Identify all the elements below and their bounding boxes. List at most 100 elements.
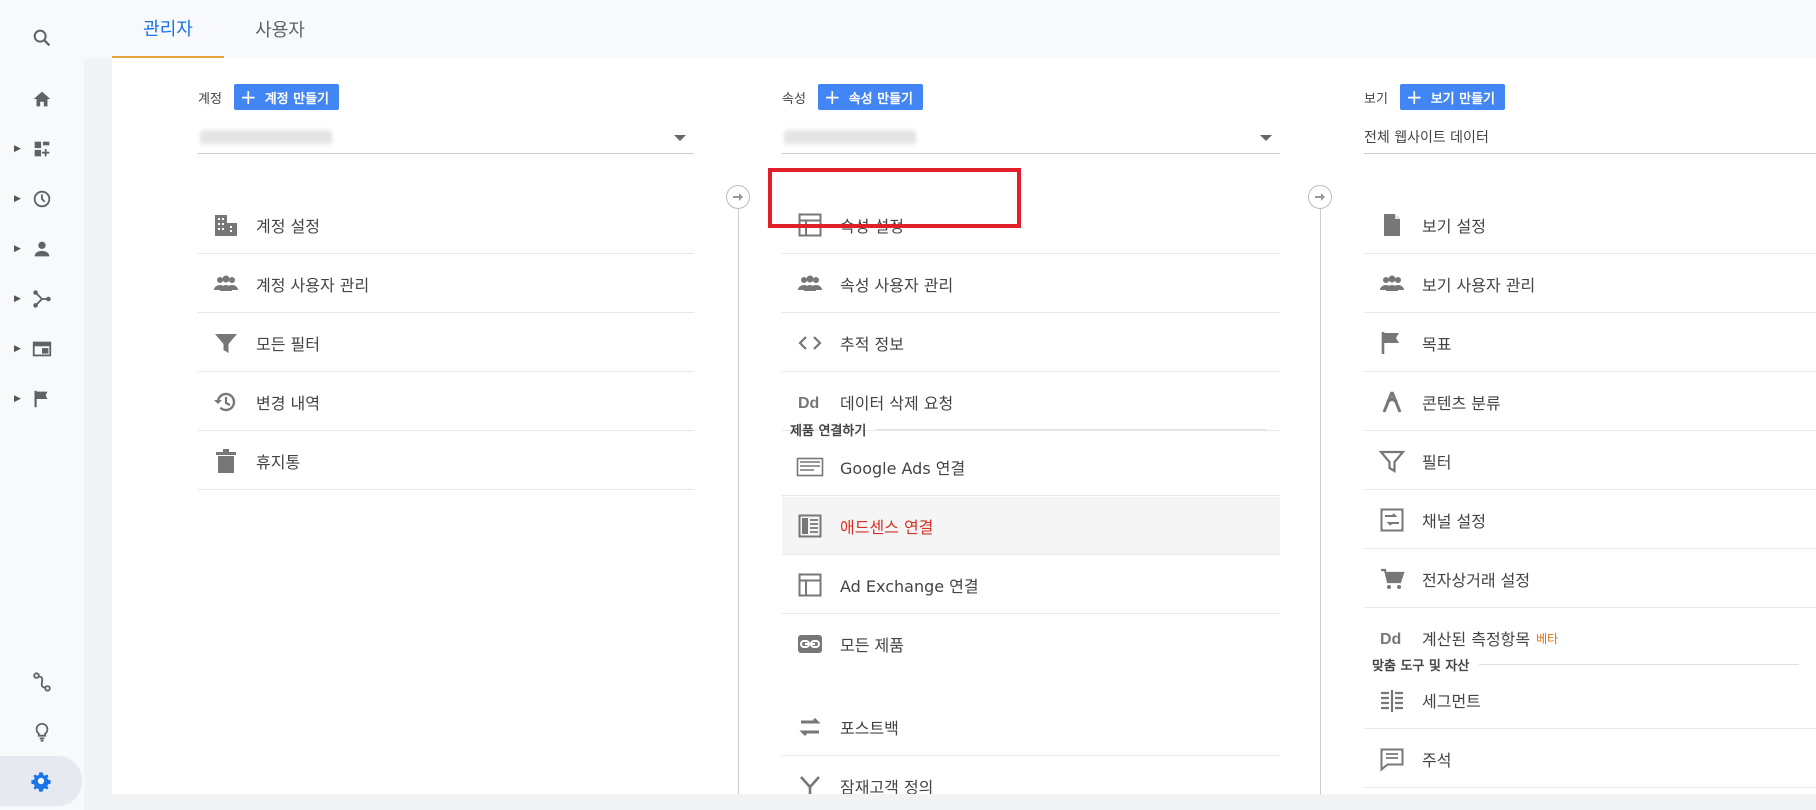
postback-icon xyxy=(788,713,832,741)
audience-definition-item[interactable]: 잠재고객 정의 xyxy=(782,757,1280,794)
account-settings-item[interactable]: 계정 설정 xyxy=(198,196,694,254)
realtime-clock-icon[interactable]: ▶ xyxy=(0,179,84,219)
cart-icon xyxy=(1370,565,1414,593)
highlight-box xyxy=(768,168,1021,228)
channel-icon xyxy=(1370,506,1414,534)
item-label: 잠재고객 정의 xyxy=(840,778,934,794)
arrow-right-icon xyxy=(726,185,750,209)
audience-person-icon[interactable]: ▶ xyxy=(0,229,84,269)
view-filters-item[interactable]: 필터 xyxy=(1364,432,1816,490)
account-all-filters-item[interactable]: 모든 필터 xyxy=(198,314,694,372)
conversions-flag-icon[interactable]: ▶ xyxy=(0,379,84,419)
selected-view: 전체 웹사이트 데이터 xyxy=(1364,129,1489,146)
column-divider xyxy=(1320,188,1321,794)
search-icon[interactable] xyxy=(0,18,84,58)
item-label: 데이터 삭제 요청 xyxy=(840,393,954,413)
dropdown-arrow-icon xyxy=(1260,135,1272,141)
filter-icon xyxy=(204,329,248,357)
view-user-management-item[interactable]: 보기 사용자 관리 xyxy=(1364,255,1816,313)
code-icon xyxy=(788,329,832,357)
svg-text:Dd: Dd xyxy=(798,395,819,412)
view-column: 보기 + 보기 만들기 전체 웹사이트 데이터 보기 설정 보기 사용자 관리 목… xyxy=(1364,58,1816,794)
lightbulb-icon[interactable] xyxy=(0,712,84,752)
adsense-link-item[interactable]: 애드센스 연결 xyxy=(782,497,1280,555)
arrow-right-icon xyxy=(1308,185,1332,209)
comment-icon xyxy=(1370,745,1414,773)
plus-icon: + xyxy=(823,85,841,109)
ad-exchange-link-item[interactable]: Ad Exchange 연결 xyxy=(782,556,1280,614)
people-icon xyxy=(788,270,832,298)
dropdown-arrow-icon xyxy=(674,135,686,141)
item-label: 변경 내역 xyxy=(256,393,320,413)
item-label: 주석 xyxy=(1422,750,1452,770)
audience-icon xyxy=(788,772,832,794)
account-change-history-item[interactable]: 변경 내역 xyxy=(198,373,694,431)
create-property-button[interactable]: + 속성 만들기 xyxy=(817,84,924,110)
section-divider xyxy=(876,429,1267,430)
create-view-label: 보기 만들기 xyxy=(1430,91,1496,107)
goals-item[interactable]: 목표 xyxy=(1364,314,1816,372)
admin-gear-icon[interactable] xyxy=(0,756,82,806)
grouping-icon xyxy=(1370,388,1414,416)
home-icon[interactable] xyxy=(0,79,84,119)
all-products-item[interactable]: 모든 제품 xyxy=(782,615,1280,673)
item-label: 필터 xyxy=(1422,452,1452,472)
view-header: 보기 + 보기 만들기 xyxy=(1364,84,1506,110)
ecommerce-settings-item[interactable]: 전자상거래 설정 xyxy=(1364,550,1816,608)
view-label: 보기 xyxy=(1364,91,1388,107)
item-label: 포스트백 xyxy=(840,718,899,738)
column-divider xyxy=(738,188,739,794)
account-label: 계정 xyxy=(198,91,222,107)
view-selector[interactable]: 전체 웹사이트 데이터 xyxy=(1364,120,1816,154)
tab-user[interactable]: 사용자 xyxy=(224,0,336,58)
top-tab-bar: 관리자 사용자 xyxy=(84,0,1816,58)
layout-icon xyxy=(788,571,832,599)
property-user-management-item[interactable]: 속성 사용자 관리 xyxy=(782,255,1280,313)
svg-text:Dd: Dd xyxy=(1380,631,1401,648)
property-selector[interactable] xyxy=(782,120,1280,154)
segments-item[interactable]: 세그먼트 xyxy=(1364,671,1816,729)
section-divider xyxy=(1479,664,1800,665)
item-label: Ad Exchange 연결 xyxy=(840,576,979,596)
google-ads-link-item[interactable]: Google Ads 연결 xyxy=(782,438,1280,496)
property-label: 속성 xyxy=(782,91,806,107)
account-user-management-item[interactable]: 계정 사용자 관리 xyxy=(198,255,694,313)
item-label: 휴지통 xyxy=(256,452,301,472)
annotations-item[interactable]: 주석 xyxy=(1364,730,1816,788)
nav-rail: ▶ ▶ ▶ ▶ ▶ ▶ xyxy=(0,0,84,810)
item-label: 목표 xyxy=(1422,334,1452,354)
account-trash-item[interactable]: 휴지통 xyxy=(198,432,694,490)
ads-icon xyxy=(788,453,832,481)
postback-item[interactable]: 포스트백 xyxy=(782,698,1280,756)
item-label: 보기 설정 xyxy=(1422,216,1486,236)
history-icon xyxy=(204,388,248,416)
acquisition-icon[interactable]: ▶ xyxy=(0,279,84,319)
create-account-button[interactable]: + 계정 만들기 xyxy=(233,84,340,110)
account-column: 계정 + 계정 만들기 계정 설정 계정 사용자 관리 모든 필터 변경 내역 휴… xyxy=(198,58,694,794)
create-view-button[interactable]: + 보기 만들기 xyxy=(1399,84,1506,110)
item-label: 속성 사용자 관리 xyxy=(840,275,954,295)
people-icon xyxy=(204,270,248,298)
item-label: 세그먼트 xyxy=(1422,691,1481,711)
customization-icon[interactable]: ▶ xyxy=(0,129,84,169)
account-header: 계정 + 계정 만들기 xyxy=(198,84,340,110)
link-icon xyxy=(788,630,832,658)
create-property-label: 속성 만들기 xyxy=(848,91,914,107)
section-title: 제품 연결하기 xyxy=(790,424,867,439)
tab-admin[interactable]: 관리자 xyxy=(112,0,224,58)
people-icon xyxy=(1370,270,1414,298)
content-grouping-item[interactable]: 콘텐츠 분류 xyxy=(1364,373,1816,431)
item-label: 계산된 측정항목 xyxy=(1422,630,1531,649)
channel-settings-item[interactable]: 채널 설정 xyxy=(1364,491,1816,549)
tracking-info-item[interactable]: 추적 정보 xyxy=(782,314,1280,372)
item-label: 채널 설정 xyxy=(1422,511,1486,531)
view-settings-item[interactable]: 보기 설정 xyxy=(1364,196,1816,254)
item-label: 애드센스 연결 xyxy=(840,517,934,537)
item-label: 콘텐츠 분류 xyxy=(1422,393,1501,413)
behavior-icon[interactable]: ▶ xyxy=(0,329,84,369)
account-selector[interactable] xyxy=(198,120,694,154)
document-icon xyxy=(1370,211,1414,239)
item-label: Google Ads 연결 xyxy=(840,458,966,478)
attribution-icon[interactable] xyxy=(0,662,84,702)
admin-panel: 계정 + 계정 만들기 계정 설정 계정 사용자 관리 모든 필터 변경 내역 휴… xyxy=(112,58,1816,794)
